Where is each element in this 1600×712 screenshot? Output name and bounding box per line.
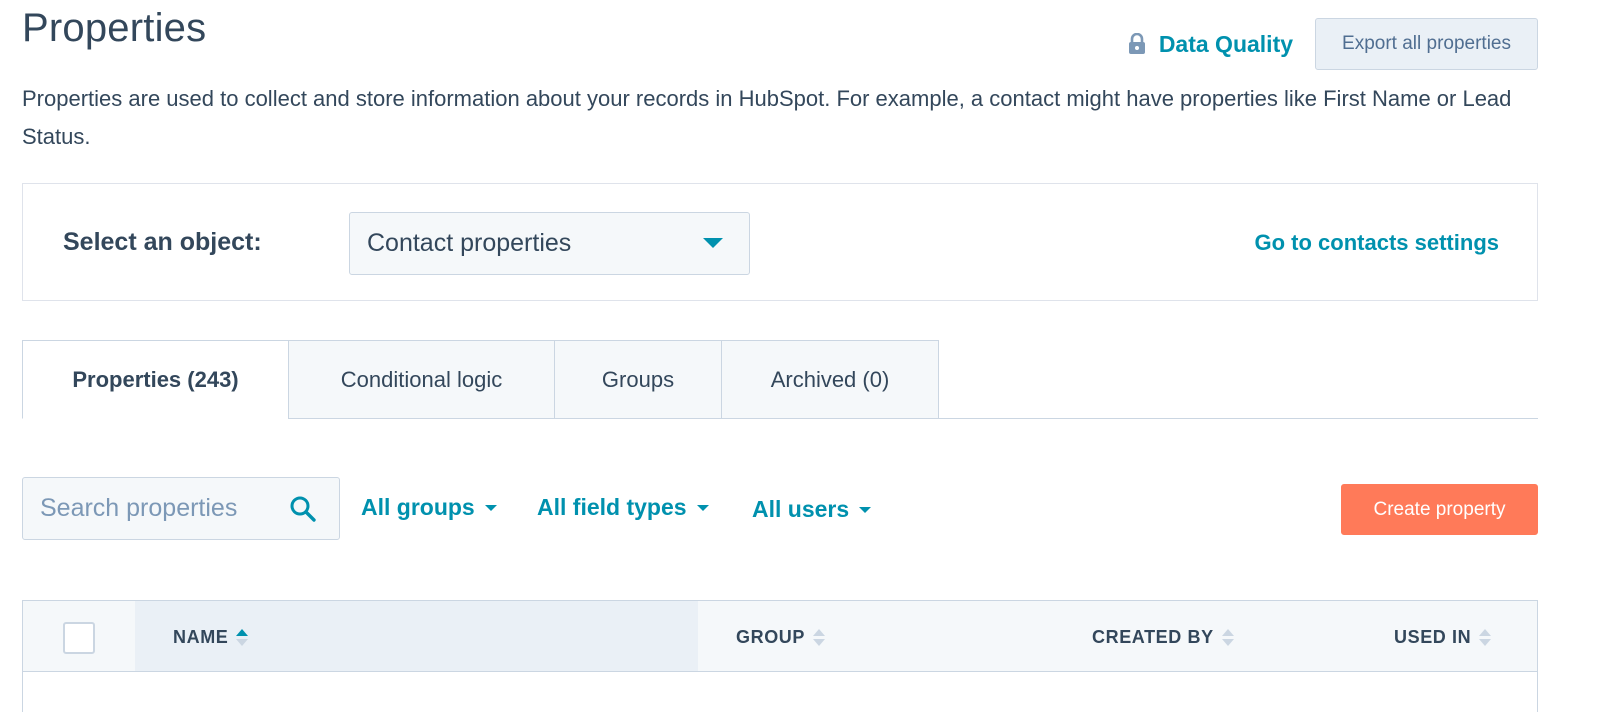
property-tabs: Properties (243) Conditional logic Group… xyxy=(22,340,1538,419)
column-header-used-in[interactable]: USED IN xyxy=(1394,627,1492,648)
sort-icon xyxy=(236,629,249,646)
search-box xyxy=(22,477,340,540)
tab-properties[interactable]: Properties (243) xyxy=(22,340,289,419)
all-field-types-filter[interactable]: All field types xyxy=(537,494,709,521)
lock-icon xyxy=(1128,33,1146,55)
tab-archived[interactable]: Archived (0) xyxy=(721,340,939,419)
sort-icon xyxy=(1479,629,1492,646)
caret-down-icon xyxy=(484,504,497,511)
object-selector-label: Select an object: xyxy=(63,228,262,256)
caret-down-icon xyxy=(696,504,709,511)
search-icon[interactable] xyxy=(289,495,317,523)
object-select-value: Contact properties xyxy=(367,229,572,257)
data-quality-label: Data Quality xyxy=(1158,30,1294,57)
column-header-label: NAME xyxy=(173,627,229,647)
properties-table: NAME GROUP CREATED BY USED IN xyxy=(22,600,1538,712)
caret-down-icon xyxy=(703,238,723,248)
column-header-label: GROUP xyxy=(736,627,806,647)
tab-conditional-logic[interactable]: Conditional logic xyxy=(288,340,555,419)
all-field-types-label: All field types xyxy=(537,494,687,520)
caret-down-icon xyxy=(859,506,872,513)
sort-icon xyxy=(813,629,826,646)
page-title: Properties xyxy=(22,6,207,50)
object-selector-panel: Select an object: Contact properties Go … xyxy=(22,183,1538,301)
column-header-label: CREATED BY xyxy=(1092,627,1214,647)
go-to-contacts-settings-link[interactable]: Go to contacts settings xyxy=(1255,230,1499,256)
object-select-dropdown[interactable]: Contact properties xyxy=(349,212,750,275)
data-quality-link[interactable]: Data Quality xyxy=(1128,31,1293,58)
page-description: Properties are used to collect and store… xyxy=(22,86,1512,149)
export-all-properties-button[interactable]: Export all properties xyxy=(1315,18,1538,70)
select-all-checkbox[interactable] xyxy=(63,622,95,654)
sort-icon xyxy=(1221,629,1234,646)
table-header: NAME GROUP CREATED BY USED IN xyxy=(23,601,1537,672)
all-groups-label: All groups xyxy=(361,494,475,520)
column-header-name[interactable]: NAME xyxy=(173,627,249,648)
column-header-label: USED IN xyxy=(1394,627,1472,647)
header-actions: Data Quality Export all properties xyxy=(1128,18,1538,70)
create-property-button[interactable]: Create property xyxy=(1341,484,1538,535)
all-groups-filter[interactable]: All groups xyxy=(361,494,497,521)
column-header-group[interactable]: GROUP xyxy=(736,627,826,648)
tab-groups[interactable]: Groups xyxy=(554,340,722,419)
all-users-label: All users xyxy=(752,496,850,522)
search-input[interactable] xyxy=(23,478,283,539)
column-header-created-by[interactable]: CREATED BY xyxy=(1092,627,1234,648)
all-users-filter[interactable]: All users xyxy=(752,496,872,523)
